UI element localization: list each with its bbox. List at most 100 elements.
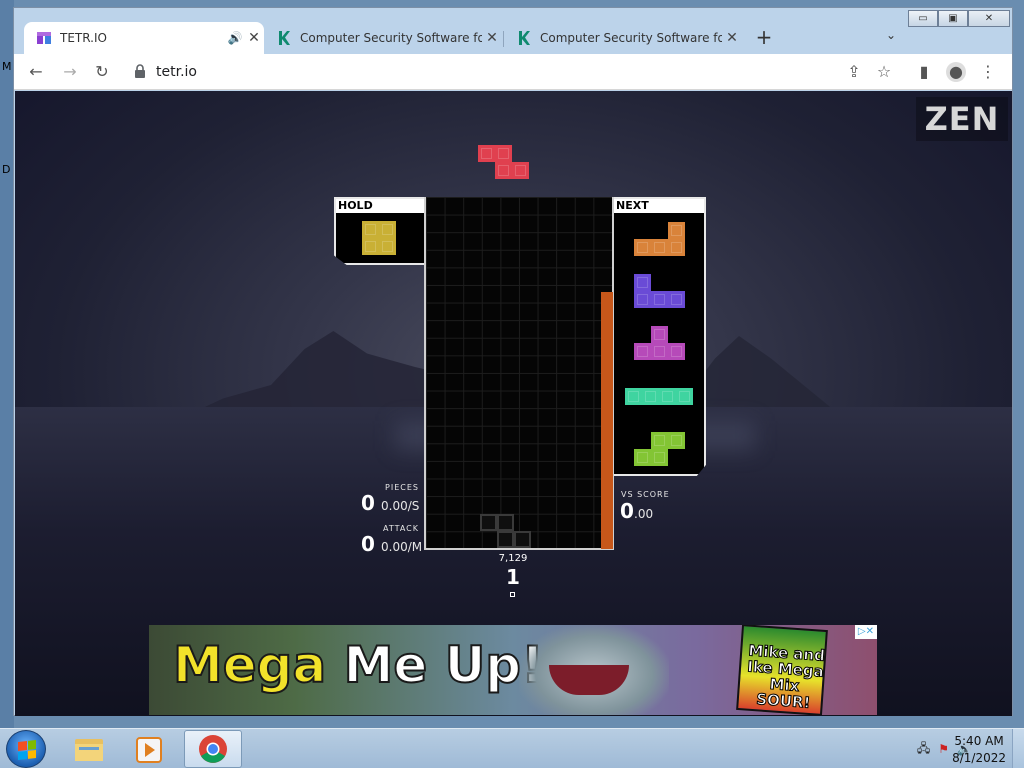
tab-tetrio[interactable]: TETR.IO 🔊 ✕	[24, 22, 264, 54]
piece-cell	[634, 274, 651, 291]
piece-cell	[362, 238, 379, 255]
tab-kaspersky-1[interactable]: Computer Security Software for Home ✕	[264, 22, 502, 54]
piece-cell	[651, 343, 668, 360]
piece-cell	[668, 222, 685, 239]
piece-cell	[651, 449, 668, 466]
desktop-edge: M D	[0, 0, 14, 728]
piece-cell	[642, 388, 659, 405]
desktop-icon-label: M	[2, 60, 12, 73]
clock-date: 8/1/2022	[952, 751, 1006, 765]
reload-icon[interactable]: ↻	[92, 62, 112, 82]
tab-title: TETR.IO	[60, 31, 107, 45]
side-panel-icon[interactable]: ▮	[914, 62, 934, 82]
tab-title: Computer Security Software for Home	[540, 31, 722, 45]
start-button[interactable]	[6, 730, 46, 768]
address-bar[interactable]: tetr.io	[124, 58, 904, 86]
piece-cell	[634, 291, 651, 308]
clock-time: 5:40 AM	[954, 734, 1004, 748]
pieces-rate: 0.00/S	[381, 499, 420, 513]
explorer-icon	[75, 739, 103, 761]
network-icon[interactable]: 🖧	[917, 739, 930, 760]
hold-label: HOLD	[336, 199, 424, 213]
piece-cell	[659, 388, 676, 405]
attack-rate: 0.00/M	[381, 540, 423, 554]
piece-cell	[634, 343, 651, 360]
piece-cell	[495, 145, 512, 162]
chrome-icon	[199, 735, 227, 763]
taskbar-chrome[interactable]	[184, 730, 242, 768]
taskbar-media-player[interactable]	[120, 730, 178, 768]
piece-cell	[379, 221, 396, 238]
browser-toolbar: ← → ↻ tetr.io ⇪ ☆ ▮ ● ⋮	[14, 54, 1012, 90]
attack-label: ATTACK	[382, 524, 419, 533]
piece-cell	[379, 238, 396, 255]
piece-cell	[478, 145, 495, 162]
vs-score-decimals: .00	[634, 507, 654, 521]
ghost-cell	[497, 531, 514, 548]
ad-headline-part: Mega	[172, 636, 327, 694]
piece-cell	[651, 326, 668, 343]
taskbar: 🖧 ⚑ 🔊 5:40 AM 8/1/2022	[0, 728, 1024, 768]
close-tab-icon[interactable]: ✕	[482, 30, 502, 46]
level-value: 1	[506, 565, 520, 589]
piece-cell	[512, 162, 529, 179]
vs-score-label: VS SCORE	[621, 490, 670, 499]
tab-kaspersky-2[interactable]: Computer Security Software for Home ✕	[504, 22, 742, 54]
kaspersky-icon	[519, 31, 530, 45]
speaker-icon[interactable]: 🔊	[226, 31, 244, 45]
pieces-value: 0	[361, 491, 375, 515]
tetrio-icon	[37, 32, 51, 44]
piece-cell	[651, 432, 668, 449]
piece-cell	[668, 343, 685, 360]
clock[interactable]: 5:40 AM 8/1/2022	[952, 733, 1006, 767]
desktop-icon-label: D	[2, 163, 11, 176]
attack-value: 0	[361, 532, 375, 556]
close-tab-icon[interactable]: ✕	[244, 30, 264, 46]
ghost-cell	[497, 514, 514, 531]
new-tab-button[interactable]: +	[752, 26, 776, 50]
kaspersky-icon	[279, 31, 290, 45]
pieces-label: PIECES	[385, 483, 419, 492]
piece-cell	[625, 388, 642, 405]
ghost-cell	[480, 514, 497, 531]
ad-headline: Mega Me Up!	[172, 636, 545, 694]
close-tab-icon[interactable]: ✕	[722, 30, 742, 46]
piece-cell	[634, 449, 651, 466]
tab-strip: TETR.IO 🔊 ✕ Computer Security Software f…	[14, 22, 1012, 54]
ad-choices-icon[interactable]: ▷✕	[854, 625, 877, 639]
ad-headline-part: Me Up!	[343, 636, 545, 694]
piece-cell	[651, 239, 668, 256]
share-icon[interactable]: ⇪	[844, 62, 864, 82]
bookmark-star-icon[interactable]: ☆	[874, 62, 894, 82]
piece-cell	[362, 221, 379, 238]
ghost-cell	[514, 531, 531, 548]
playfield[interactable]	[424, 197, 614, 550]
action-center-flag-icon[interactable]: ⚑	[938, 742, 949, 756]
game-viewport[interactable]: ZEN HOLD NEXT PIECES 0 0.00/S ATTACK 0 0…	[15, 91, 1012, 716]
forward-icon[interactable]: →	[60, 62, 80, 82]
lock-icon	[135, 64, 145, 78]
piece-cell	[668, 291, 685, 308]
tab-title: Computer Security Software for Home	[300, 31, 482, 45]
url-text: tetr.io	[156, 64, 197, 80]
vs-score-value: 0	[620, 499, 634, 523]
piece-cell	[651, 291, 668, 308]
menu-icon[interactable]: ⋮	[978, 62, 998, 82]
piece-cell	[676, 388, 693, 405]
piece-cell	[634, 239, 651, 256]
taskbar-explorer[interactable]	[60, 730, 118, 768]
windows-logo-icon	[18, 740, 36, 760]
ad-banner[interactable]: Mega Me Up! Mike and Ike Mega Mix SOUR! …	[149, 625, 877, 715]
level-bar-icon	[510, 592, 515, 597]
mode-label: ZEN	[916, 97, 1008, 141]
piece-cell	[668, 432, 685, 449]
piece-cell	[668, 239, 685, 256]
tab-search-icon[interactable]: ⌄	[886, 28, 896, 42]
level-progress: 7,129	[498, 553, 528, 564]
media-player-icon	[136, 737, 162, 763]
show-desktop-button[interactable]	[1012, 729, 1024, 768]
next-label: NEXT	[614, 199, 704, 213]
profile-avatar[interactable]: ●	[946, 62, 966, 82]
piece-cell	[495, 162, 512, 179]
back-icon[interactable]: ←	[26, 62, 46, 82]
